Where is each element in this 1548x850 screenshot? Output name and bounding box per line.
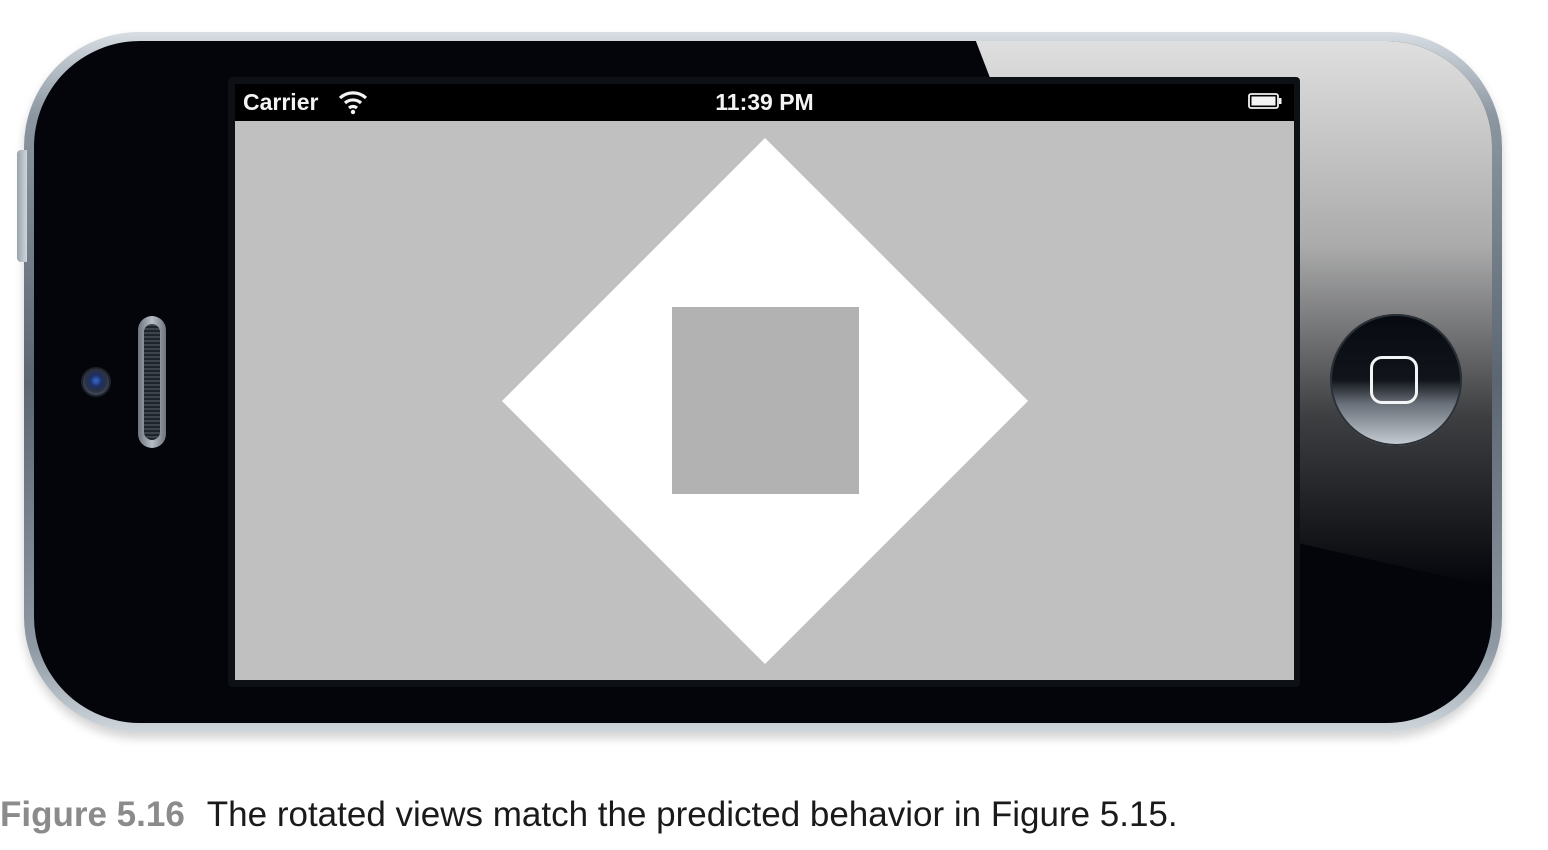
home-button-icon: [1370, 356, 1418, 404]
inner-gray-view: [672, 307, 859, 494]
status-time: 11:39 PM: [715, 89, 814, 115]
front-camera-icon: [83, 369, 109, 395]
figure-label: Figure 5.16: [0, 795, 185, 834]
app-screen: [235, 121, 1294, 680]
home-button[interactable]: [1330, 314, 1462, 446]
figure-stage: Carrier 11:39 PM Figure 5.16 The rotated …: [0, 0, 1548, 850]
caption-text: The rotated views match the predicted be…: [206, 795, 1178, 834]
earpiece-speaker: [138, 316, 166, 448]
battery-icon: [1248, 93, 1282, 109]
status-bar: Carrier 11:39 PM: [235, 84, 1294, 121]
volume-button: [17, 150, 27, 262]
figure-caption: Figure 5.16 The rotated views match the p…: [0, 795, 1178, 835]
